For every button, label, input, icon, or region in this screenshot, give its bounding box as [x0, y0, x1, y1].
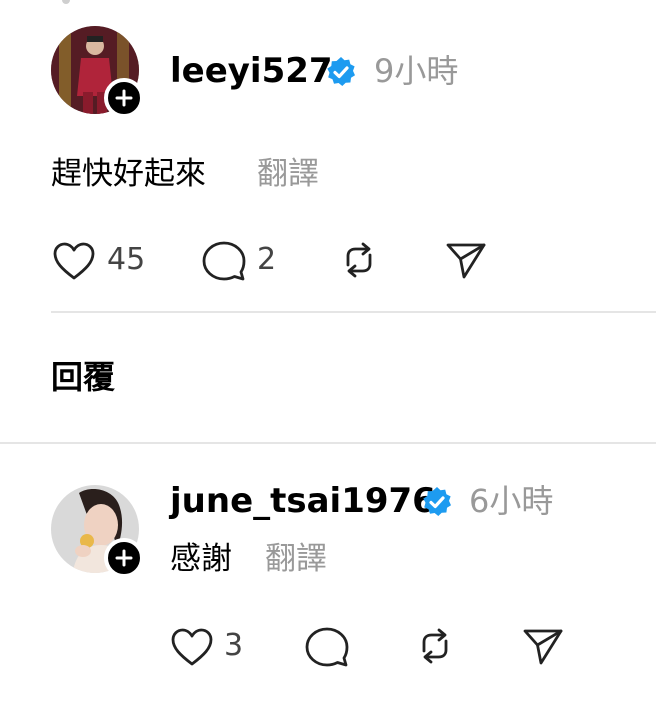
comment-icon	[305, 627, 349, 667]
verified-badge-icon	[325, 56, 357, 88]
share-icon	[446, 243, 486, 279]
divider	[0, 442, 656, 444]
post-text: 趕快好起來	[51, 156, 206, 192]
plus-icon	[115, 549, 133, 567]
repost-icon	[422, 628, 448, 664]
repost-button[interactable]	[338, 239, 380, 281]
reply-text: 感謝	[170, 541, 232, 577]
heart-icon	[171, 628, 213, 666]
repost-button[interactable]	[414, 625, 456, 667]
like-count: 45	[107, 242, 146, 277]
like-button[interactable]	[52, 241, 96, 281]
username[interactable]: leeyi527	[170, 51, 333, 91]
follow-button[interactable]	[104, 538, 144, 578]
verified-badge-icon	[421, 486, 453, 518]
plus-icon	[115, 89, 133, 107]
comment-button[interactable]	[202, 239, 246, 283]
replies-heading: 回覆	[51, 358, 116, 396]
translate-link[interactable]: 翻譯	[257, 154, 319, 194]
share-button[interactable]	[522, 625, 564, 667]
like-count: 3	[224, 628, 244, 663]
top-dot	[62, 0, 70, 4]
comment-icon	[202, 241, 246, 281]
share-button[interactable]	[445, 239, 487, 281]
translate-link[interactable]: 翻譯	[265, 539, 327, 579]
comment-count: 2	[257, 242, 277, 277]
heart-icon	[53, 242, 95, 280]
post-timestamp[interactable]: 9小時	[374, 51, 458, 91]
share-icon	[523, 629, 563, 665]
follow-button[interactable]	[104, 78, 144, 118]
divider	[51, 311, 656, 313]
reply-username[interactable]: june_tsai1976	[170, 481, 436, 521]
like-button[interactable]	[170, 627, 214, 667]
comment-button[interactable]	[305, 625, 349, 669]
reply-timestamp[interactable]: 6小時	[469, 481, 553, 521]
repost-icon	[346, 242, 372, 278]
